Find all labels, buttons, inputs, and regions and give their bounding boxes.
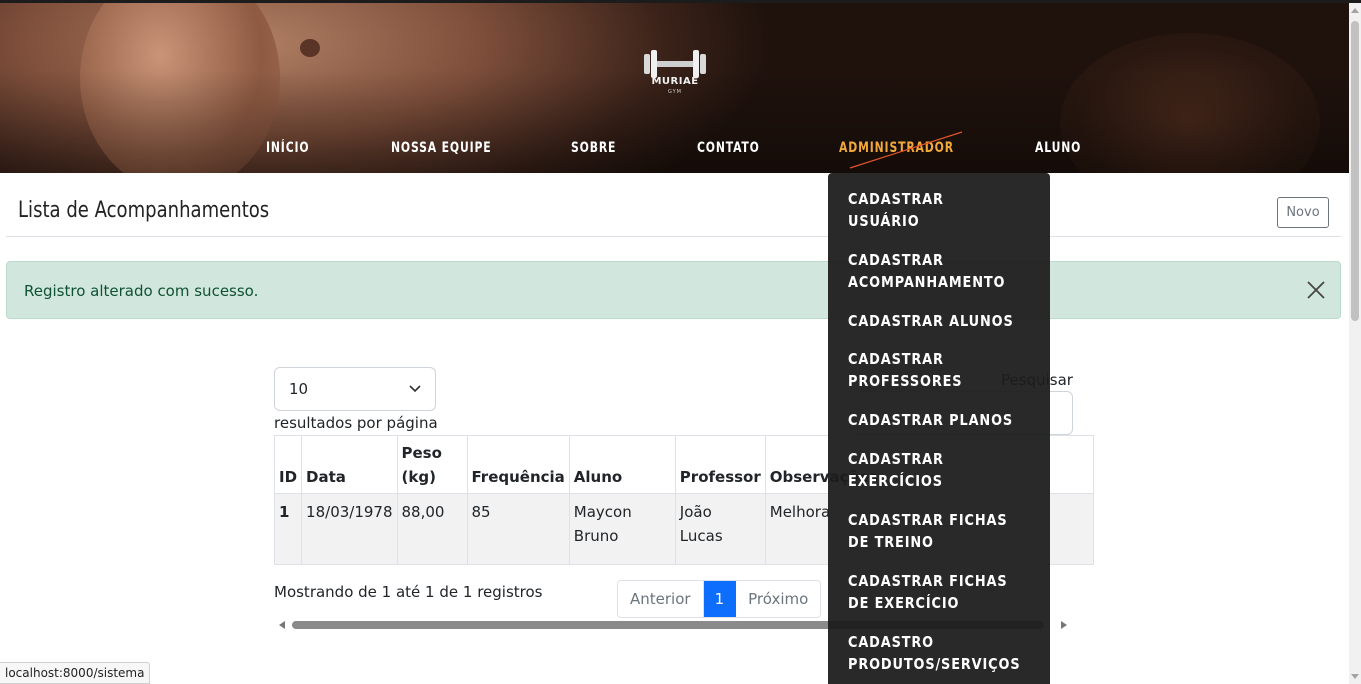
table-info: Mostrando de 1 até 1 de 1 registros — [274, 583, 543, 601]
alert-message: Registro alterado com sucesso. — [24, 282, 259, 300]
nav-item-contato[interactable]: CONTATO — [697, 140, 760, 156]
scroll-up-arrow-icon[interactable] — [1351, 8, 1359, 13]
brand-tagline: GYM — [668, 89, 682, 95]
page-length-value: 10 — [289, 380, 309, 398]
menu-item-cadastrar-professores[interactable]: CADASTRAR PROFESSORES — [848, 348, 1020, 392]
status-bar-url: localhost:8000/sistema — [0, 662, 151, 684]
nav-item-nossa-equipe[interactable]: NOSSA EQUIPE — [391, 140, 492, 156]
cell-frequencia: 85 — [466, 493, 570, 565]
chevron-down-icon — [409, 385, 421, 393]
cell-professor: João Lucas — [674, 493, 766, 565]
success-alert: Registro alterado com sucesso. — [6, 261, 1341, 319]
page-vertical-scrollbar[interactable] — [1349, 3, 1361, 684]
page-length-label: resultados por página — [274, 414, 438, 432]
menu-item-cadastrar-exercicios[interactable]: CADASTRAR EXERCÍCIOS — [848, 448, 1020, 492]
nav-item-inicio[interactable]: INÍCIO — [266, 140, 309, 156]
column-header-peso[interactable]: Peso (kg) — [396, 435, 468, 494]
menu-item-cadastrar-planos[interactable]: CADASTRAR PLANOS — [848, 409, 1020, 431]
menu-item-cadastrar-alunos[interactable]: CADASTRAR ALUNOS — [848, 310, 1020, 332]
menu-item-cadastrar-fichas-de-exercicio[interactable]: CADASTRAR FICHAS DE EXERCÍCIO — [848, 570, 1020, 614]
cell-id: 1 — [273, 493, 303, 565]
column-header-aluno[interactable]: Aluno — [568, 435, 676, 494]
menu-item-cadastro-produtos-servicos[interactable]: CADASTRO PRODUTOS/SERVIÇOS — [848, 631, 1020, 675]
column-header-id[interactable]: ID — [273, 435, 303, 494]
column-header-frequencia[interactable]: Frequência — [466, 435, 570, 494]
active-nav-slash-decoration — [849, 131, 963, 169]
administrador-dropdown-menu: CADASTRAR USUÁRIO CADASTRAR ACOMPANHAMEN… — [828, 173, 1050, 684]
title-divider — [6, 236, 1341, 237]
column-header-professor[interactable]: Professor — [674, 435, 766, 494]
menu-item-cadastrar-fichas-de-treino[interactable]: CADASTRAR FICHAS DE TREINO — [848, 509, 1020, 553]
browser-viewport: MURIAÉ GYM INÍCIO NOSSA EQUIPE SOBRE CON… — [0, 0, 1361, 684]
pagination-page-current[interactable]: 1 — [703, 581, 737, 617]
brand-name: MURIAÉ — [651, 76, 699, 87]
new-button[interactable]: Novo — [1277, 197, 1329, 228]
pagination: Anterior 1 Próximo — [617, 580, 822, 618]
menu-item-cadastrar-usuario[interactable]: CADASTRAR USUÁRIO — [848, 188, 1020, 232]
vertical-scroll-thumb[interactable] — [1351, 21, 1359, 321]
scroll-right-arrow-icon[interactable] — [1061, 621, 1067, 629]
page-title: Lista de Acompanhamentos — [18, 198, 270, 223]
pagination-next[interactable]: Próximo — [736, 581, 820, 617]
pagination-previous[interactable]: Anterior — [618, 581, 704, 617]
cell-data: 18/03/1978 — [301, 493, 398, 565]
nav-item-sobre[interactable]: SOBRE — [571, 140, 616, 156]
page-length-select[interactable]: 10 — [274, 367, 436, 411]
menu-item-cadastrar-acompanhamento[interactable]: CADASTRAR ACOMPANHAMENTO — [848, 249, 1020, 293]
nav-item-aluno[interactable]: ALUNO — [1035, 140, 1081, 156]
cell-peso: 88,00 — [396, 493, 468, 565]
column-header-data[interactable]: Data — [301, 435, 398, 494]
scroll-left-arrow-icon[interactable] — [279, 621, 285, 629]
scroll-down-arrow-icon[interactable] — [1351, 674, 1359, 679]
cell-aluno: Maycon Bruno — [568, 493, 676, 565]
close-icon[interactable] — [1305, 279, 1327, 301]
